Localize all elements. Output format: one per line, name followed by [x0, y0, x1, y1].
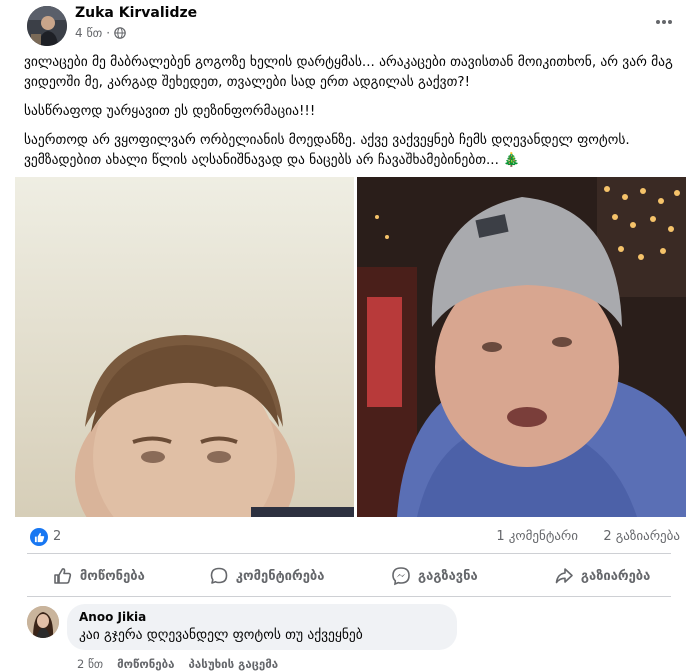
divider-top — [27, 553, 671, 554]
photo-selfie-left[interactable] — [15, 177, 354, 517]
comment-button[interactable]: კომენტირება — [183, 558, 351, 594]
globe-icon — [114, 27, 126, 39]
christmas-tree-icon: 🎄 — [503, 152, 520, 168]
post-header: Zuka Kirvalidze 4 წთ · — [0, 0, 687, 50]
comment-icon — [210, 567, 228, 584]
send-button-label: გაგზავნა — [418, 568, 478, 584]
like-reaction-icon[interactable] — [30, 528, 48, 546]
comment-like-link[interactable]: მოწონება — [117, 657, 174, 671]
likes-count[interactable]: 2 — [53, 529, 61, 544]
divider-bottom — [27, 596, 671, 597]
comments-count[interactable]: 1 კომენტარი — [496, 529, 578, 544]
thumbs-up-icon — [54, 568, 72, 584]
share-button[interactable]: გაზიარება — [518, 558, 686, 594]
share-icon — [555, 568, 573, 584]
share-button-label: გაზიარება — [580, 568, 651, 584]
post-photos — [15, 177, 686, 517]
comment-meta: 2 წთ მოწონება პასუხის გაცემა — [77, 657, 278, 671]
photo-comparison-right[interactable] — [357, 177, 686, 517]
comment-button-label: კომენტირება — [235, 568, 325, 584]
send-button[interactable]: გაგზავნა — [351, 558, 519, 594]
post-text: ვილაცები მე მაბრალებენ გოგოზე ხელის დარტ… — [24, 52, 674, 179]
post-actions: მოწონება კომენტირება გაგზავნა გაზიარება — [15, 558, 686, 594]
comment-time[interactable]: 2 წთ — [77, 657, 103, 671]
comment-bubble: Anoo Jikia კაი გჯერა დღევანდელ ფოტოს თუ … — [67, 604, 457, 650]
post-paragraph-1: ვილაცები მე მაბრალებენ გოგოზე ხელის დარტ… — [24, 54, 673, 90]
commenter-name[interactable]: Anoo Jikia — [79, 610, 445, 624]
author-name[interactable]: Zuka Kirvalidze — [75, 5, 197, 21]
post-stats: 2 1 კომენტარი 2 გაზიარება — [15, 524, 686, 552]
more-options-icon[interactable] — [652, 10, 676, 34]
like-button[interactable]: მოწონება — [15, 558, 183, 594]
post-paragraph-3: საერთოდ არ ვყოფილვარ ორბელიანის მოედანზე… — [24, 130, 674, 170]
post-paragraph-2: სასწრაფოდ უარყავით ეს დეზინფორმაცია!!! — [24, 103, 316, 119]
commenter-avatar[interactable] — [27, 606, 59, 638]
comment-text: კაი გჯერა დღევანდელ ფოტოს თუ აქვეყნებ — [79, 627, 363, 643]
post-time[interactable]: 4 წთ — [75, 26, 102, 40]
messenger-icon — [392, 567, 410, 586]
post-meta: 4 წთ · — [75, 26, 126, 40]
like-button-label: მოწონება — [79, 568, 145, 584]
post-paragraph-3-text: საერთოდ არ ვყოფილვარ ორბელიანის მოედანზე… — [24, 132, 630, 168]
comment-reply-link[interactable]: პასუხის გაცემა — [189, 657, 279, 671]
shares-count[interactable]: 2 გაზიარება — [603, 529, 680, 544]
author-avatar[interactable] — [27, 6, 67, 46]
